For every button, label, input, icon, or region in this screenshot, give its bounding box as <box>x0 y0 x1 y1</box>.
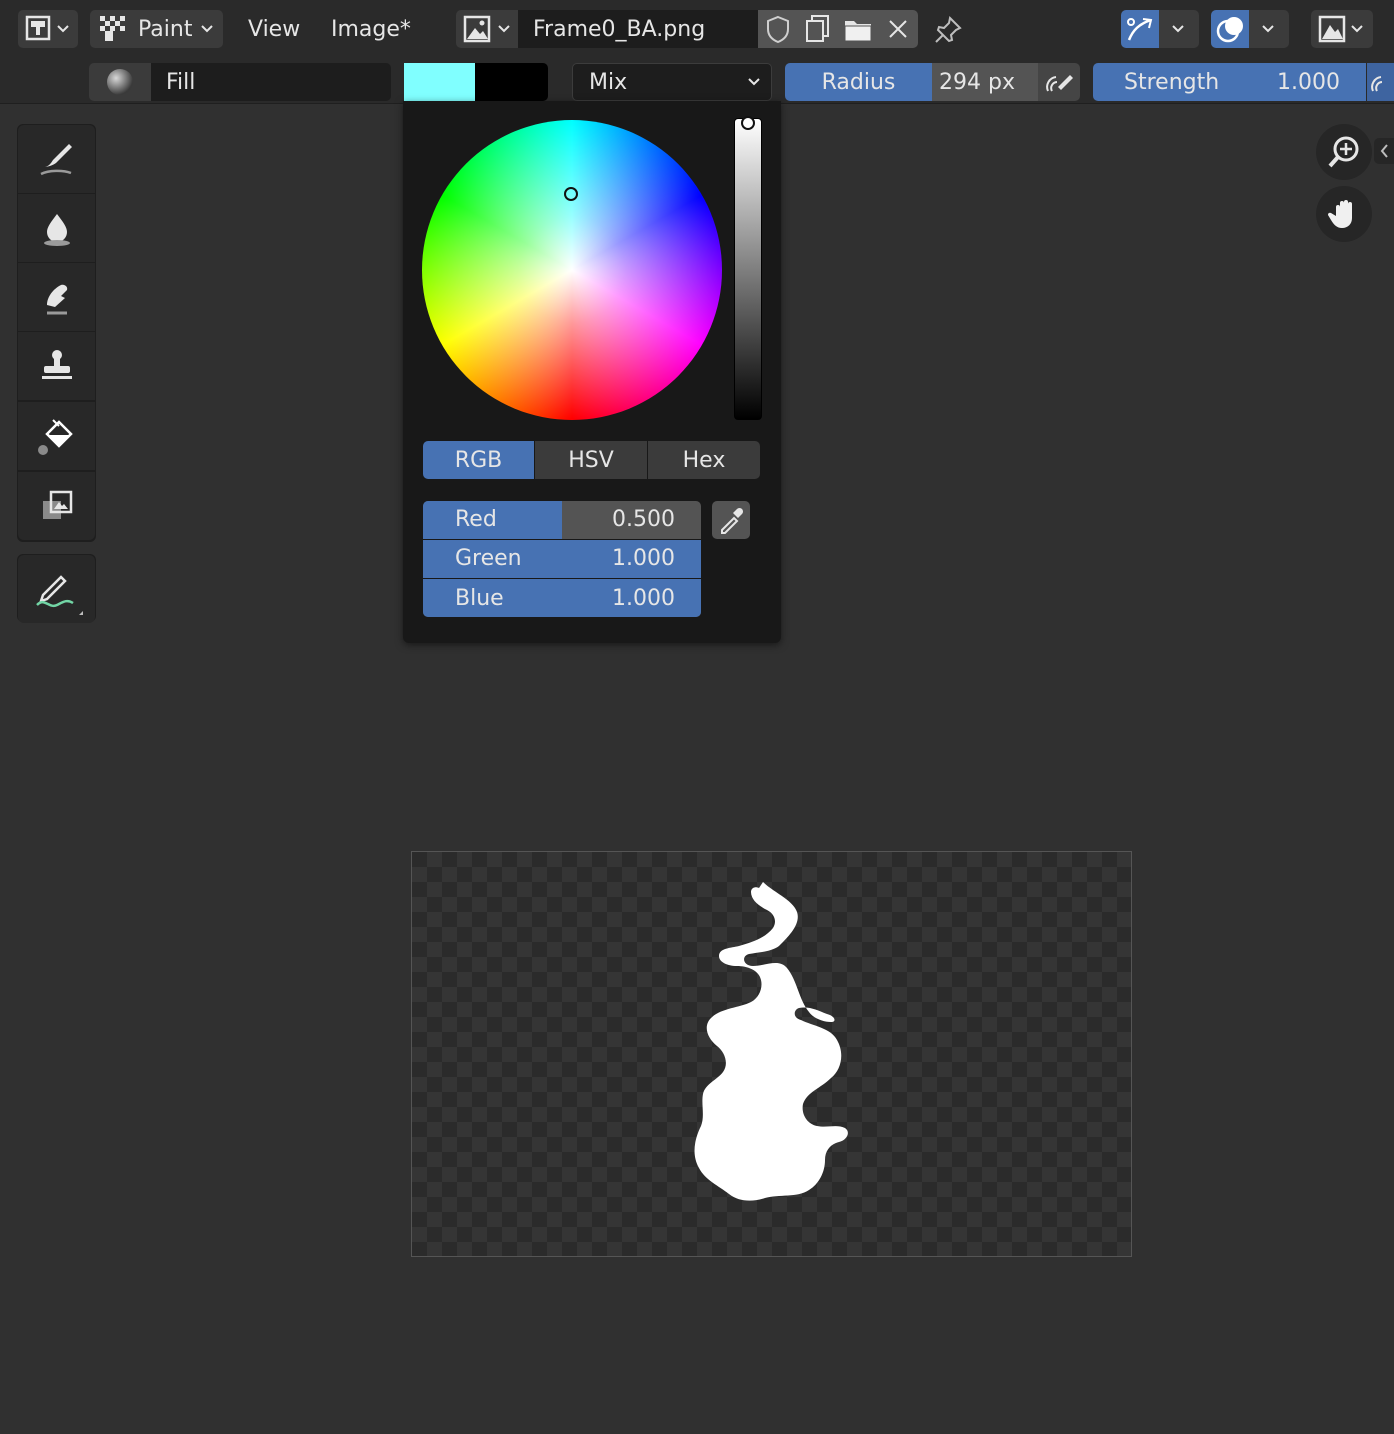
tab-rgb[interactable]: RGB <box>423 441 534 479</box>
new-image-icon[interactable] <box>798 10 838 48</box>
chevron-down-icon <box>1172 25 1184 33</box>
image-icon <box>463 15 510 43</box>
brush-sphere-icon <box>107 69 133 95</box>
image-name: Frame0_BA.png <box>533 16 706 42</box>
brush-preview-button[interactable] <box>89 63 151 101</box>
pin-icon[interactable] <box>930 12 966 48</box>
smear-icon <box>46 284 67 315</box>
stamp-icon <box>41 350 72 379</box>
fake-user-shield-icon[interactable] <box>758 10 798 48</box>
chevron-left-icon <box>1380 144 1388 158</box>
close-icon[interactable] <box>878 10 918 48</box>
overlay-icon <box>1216 17 1243 43</box>
chevron-down-icon <box>201 25 214 33</box>
mask-icon <box>42 490 72 519</box>
mode-label: Paint <box>138 16 193 42</box>
value-slider[interactable] <box>734 118 762 420</box>
radius-slider[interactable]: Radius <box>785 63 932 101</box>
image-canvas[interactable] <box>411 851 1132 1257</box>
eyedropper-button[interactable] <box>712 501 750 539</box>
strength-label: Strength <box>1124 69 1220 95</box>
zoom-in-icon <box>1328 136 1359 168</box>
strength-value: 1.000 <box>1277 69 1340 95</box>
tool-annotate[interactable] <box>18 555 95 623</box>
white-shape <box>694 882 848 1201</box>
radius-value: 294 px <box>939 69 1015 95</box>
blue-slider[interactable]: Blue 1.000 <box>423 579 701 617</box>
tool-draw[interactable] <box>18 125 95 193</box>
color-wheel-cursor[interactable] <box>564 187 578 201</box>
strength-pressure-toggle[interactable] <box>1367 63 1394 101</box>
chevron-down-icon <box>1262 25 1274 33</box>
menu-view[interactable]: View <box>248 9 300 49</box>
radius-pressure-toggle[interactable] <box>1038 63 1080 101</box>
menu-image[interactable]: Image* <box>331 9 411 49</box>
mode-dropdown[interactable]: Paint <box>90 10 223 48</box>
strength-slider[interactable]: Strength 1.000 <box>1093 63 1366 101</box>
pan-button[interactable] <box>1316 186 1372 242</box>
open-folder-icon[interactable] <box>838 10 878 48</box>
image-name-field[interactable]: Frame0_BA.png <box>518 10 758 48</box>
blend-mode-label: Mix <box>589 69 628 95</box>
primary-color-swatch[interactable] <box>404 63 475 101</box>
curve-tool-icon <box>1127 18 1153 41</box>
overlay-toggle[interactable] <box>1211 10 1249 48</box>
value-slider-handle[interactable] <box>741 116 755 130</box>
brush-name: Fill <box>166 69 196 95</box>
chevron-down-icon <box>748 78 760 86</box>
paint-bucket-icon <box>37 419 73 455</box>
display-channels-icon <box>1318 15 1363 43</box>
tool-clone[interactable] <box>18 332 95 400</box>
display-channels-dropdown[interactable] <box>1311 10 1373 48</box>
zoom-button[interactable] <box>1316 124 1372 180</box>
tool-fill[interactable] <box>18 402 95 470</box>
tab-hsv[interactable]: HSV <box>535 441 647 479</box>
red-slider[interactable]: Red 0.500 <box>423 501 701 539</box>
brush-icon <box>39 144 72 176</box>
blend-mode-dropdown[interactable]: Mix <box>572 63 772 101</box>
color-picker-popup: RGB HSV Hex Red 0.500 Green 1.000 Blue 1… <box>403 101 781 643</box>
tool-soften[interactable] <box>18 194 95 262</box>
editor-type-button[interactable] <box>18 10 78 48</box>
drop-icon <box>43 214 70 246</box>
image-actions <box>758 10 918 48</box>
browse-image-button[interactable] <box>456 10 518 48</box>
radius-value-field[interactable]: 294 px <box>932 63 1038 101</box>
overlay-dropdown[interactable] <box>1249 10 1289 48</box>
pressure-pen-icon <box>1046 75 1073 92</box>
brush-name-field[interactable]: Fill <box>151 63 391 101</box>
secondary-color-swatch[interactable] <box>475 63 548 101</box>
sidebar-toggle[interactable] <box>1374 138 1394 164</box>
uv-sculpt-toggle[interactable] <box>1121 10 1159 48</box>
tool-mask[interactable] <box>18 472 95 540</box>
checker-brush-icon <box>100 16 125 41</box>
image-editor-icon <box>25 15 69 41</box>
eyedropper-icon <box>721 507 744 534</box>
hand-icon <box>1327 200 1352 228</box>
green-slider[interactable]: Green 1.000 <box>423 540 701 578</box>
tab-hex[interactable]: Hex <box>648 441 760 479</box>
header-bar: Paint View Image* Frame0_BA.png <box>0 0 1394 58</box>
pressure-icon <box>1371 76 1383 92</box>
radius-label: Radius <box>821 69 896 95</box>
tool-smear[interactable] <box>18 263 95 331</box>
color-wheel[interactable] <box>422 120 722 420</box>
uv-sculpt-dropdown[interactable] <box>1159 10 1199 48</box>
annotate-pencil-icon <box>35 575 83 615</box>
